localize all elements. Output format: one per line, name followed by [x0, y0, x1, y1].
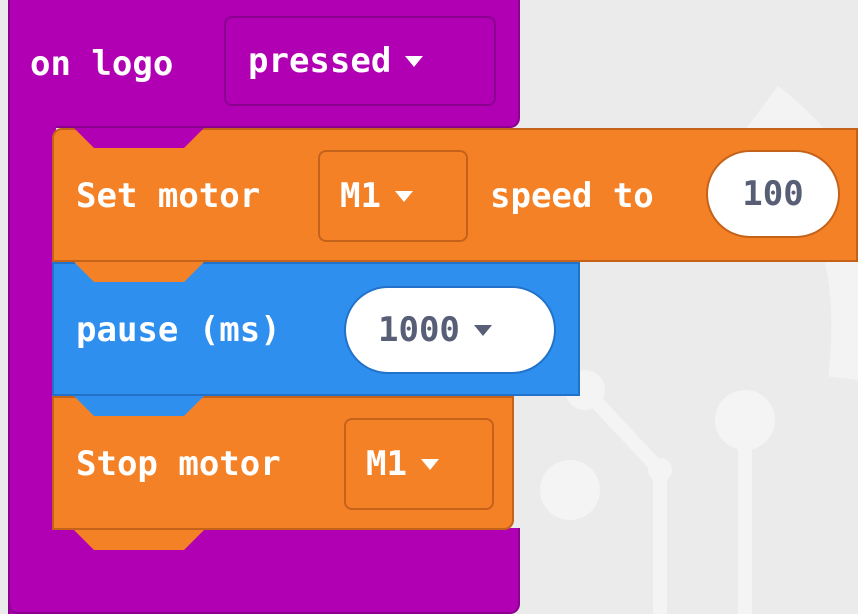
stop-motor-port-value: M1	[366, 444, 407, 484]
block-notch	[74, 128, 204, 148]
pause-label: pause (ms)	[76, 310, 281, 350]
set-motor-speed-block[interactable]: Set motor M1 speed to 100	[52, 128, 858, 262]
block-notch	[74, 396, 204, 416]
block-notch	[74, 262, 204, 282]
set-motor-port-dropdown[interactable]: M1	[318, 150, 468, 242]
event-label: on logo	[30, 44, 174, 84]
caret-down-icon	[420, 458, 439, 470]
blocks-workspace[interactable]: on logo pressed Set motor M1 speed to 10…	[0, 0, 858, 614]
stop-motor-block[interactable]: Stop motor M1	[52, 396, 514, 550]
caret-down-icon	[394, 190, 413, 202]
logo-event-dropdown[interactable]: pressed	[224, 16, 496, 106]
speed-input[interactable]: 100	[706, 150, 840, 238]
speed-to-label: speed to	[490, 176, 654, 216]
block-bottom-tab	[74, 530, 204, 550]
set-motor-port-value: M1	[340, 176, 381, 216]
speed-value: 100	[742, 174, 804, 214]
pause-block[interactable]: pause (ms) 1000	[52, 262, 580, 396]
pause-duration-input[interactable]: 1000	[344, 286, 556, 374]
stop-motor-port-dropdown[interactable]: M1	[344, 418, 494, 510]
set-motor-label: Set motor	[76, 176, 261, 216]
stop-motor-label: Stop motor	[76, 444, 281, 484]
pause-duration-value: 1000	[378, 310, 460, 350]
caret-down-icon	[405, 55, 424, 67]
logo-event-dropdown-value: pressed	[248, 41, 392, 81]
caret-down-icon	[473, 324, 492, 336]
